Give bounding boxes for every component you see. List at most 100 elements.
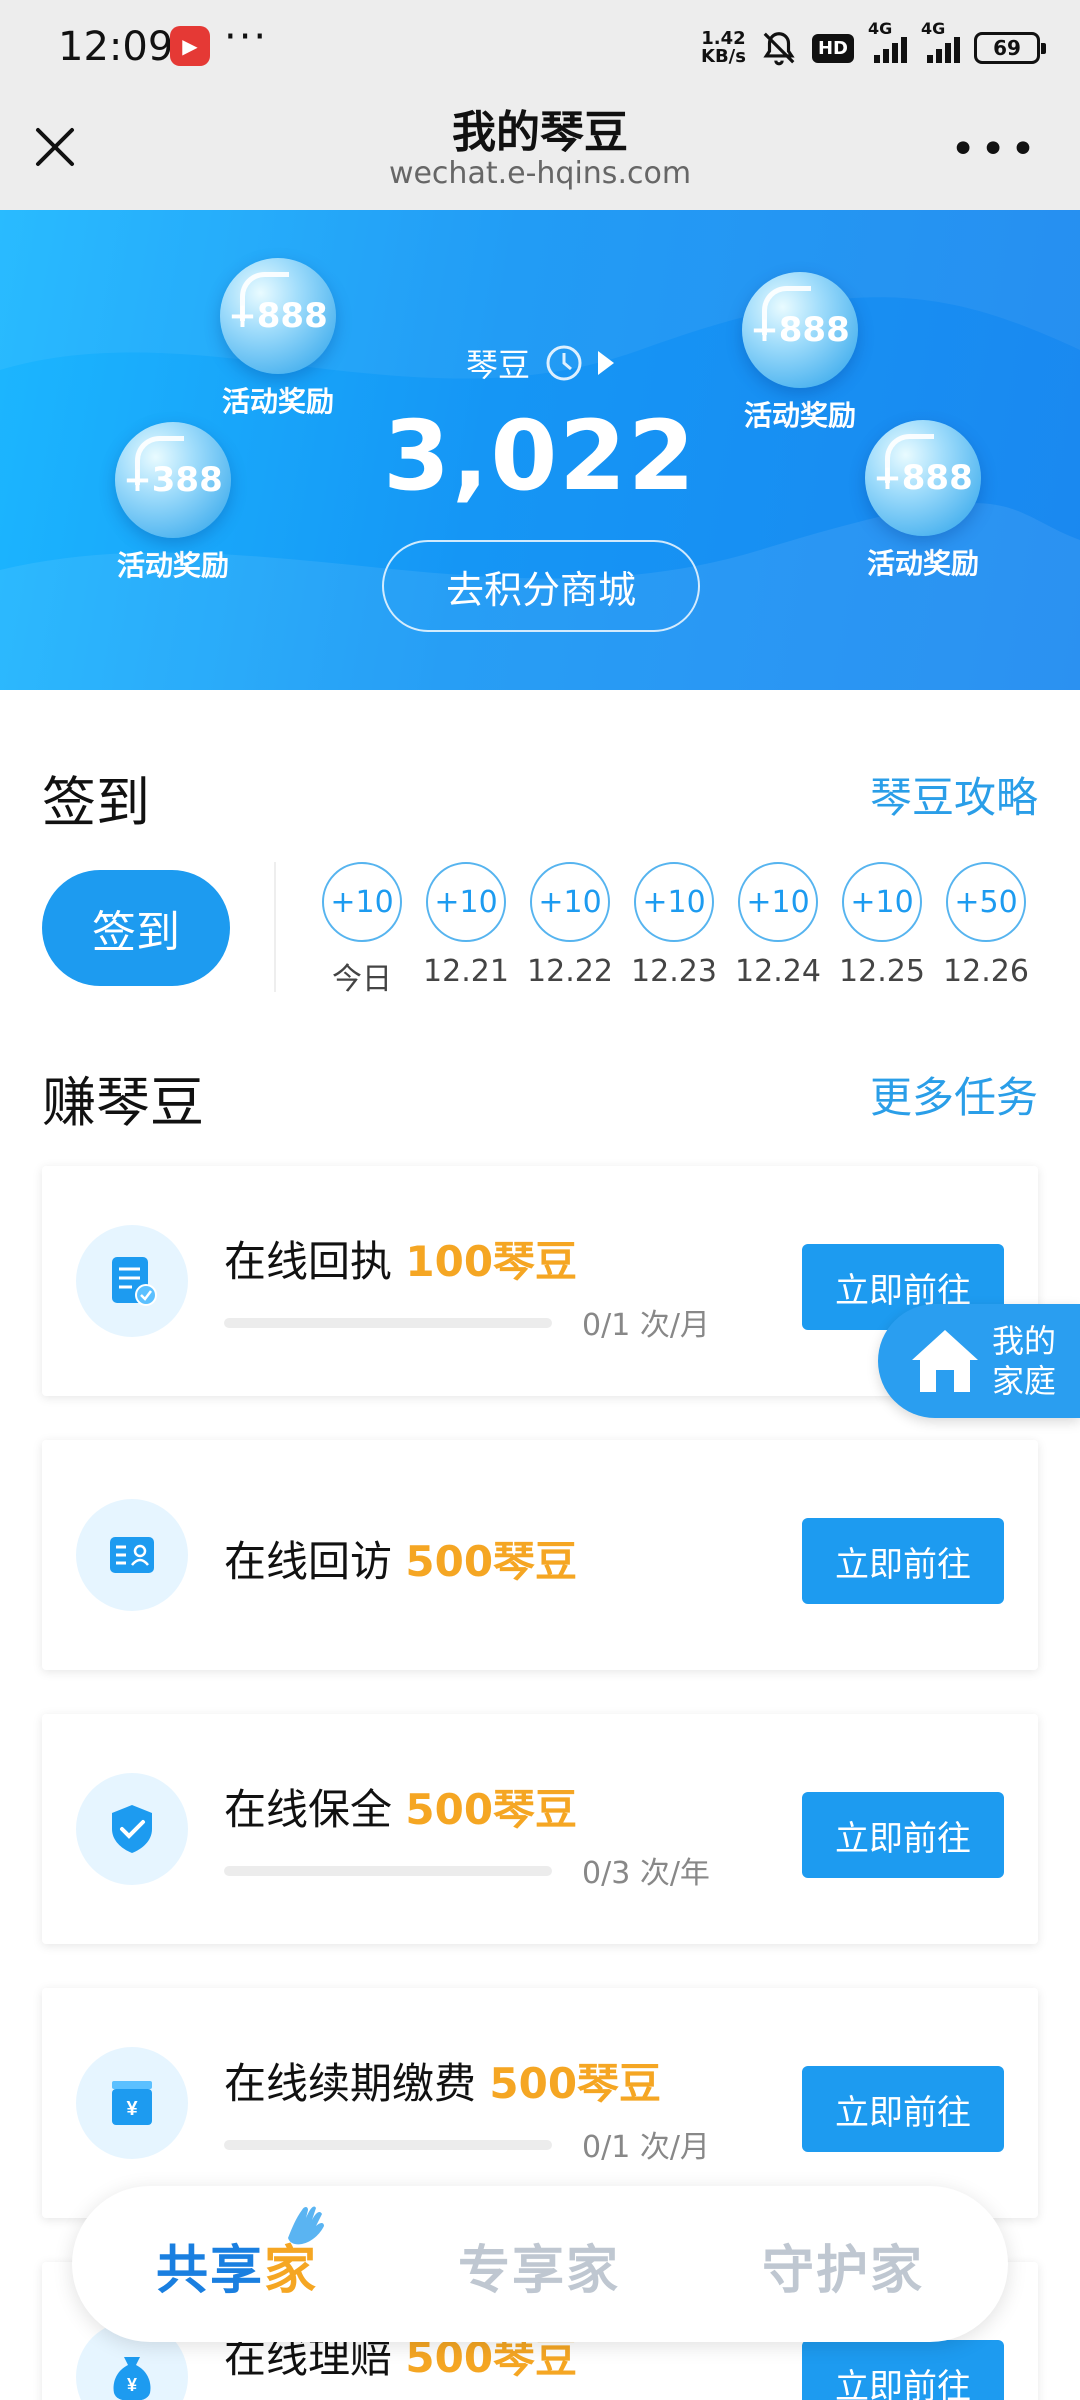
signin-day: +10 12.24 (730, 862, 826, 989)
signin-day-reward: +10 (322, 862, 402, 942)
net-speed: 1.42 KB/s (701, 30, 746, 66)
reward-bubble-value: +388 (115, 422, 231, 538)
my-family-label-line1: 我的 (992, 1322, 1057, 1360)
signin-day-reward: +10 (634, 862, 714, 942)
page-url: wechat.e-hqins.com (388, 156, 692, 191)
task-reward: 500琴豆 (405, 1537, 578, 1586)
reward-bubble-value: +888 (865, 420, 981, 536)
task-card: 在线回访 500琴豆 立即前往 (42, 1440, 1038, 1670)
task-card: 在线保全 500琴豆 0/3 次/年 立即前往 (42, 1714, 1038, 1944)
signin-day-label: 12.23 (631, 954, 717, 989)
svg-text:¥: ¥ (126, 2098, 138, 2120)
reward-bubble[interactable]: +888 活动奖励 (838, 420, 1008, 582)
reward-bubble-label: 活动奖励 (866, 547, 979, 580)
signin-day-label: 12.21 (423, 954, 509, 989)
signin-day: +50 12.26 (938, 862, 1034, 989)
task-title: 在线回访 500琴豆 (224, 1528, 577, 1589)
tab-guardian-home[interactable]: 守护家 (762, 2228, 924, 2303)
signin-day-reward: +10 (530, 862, 610, 942)
signin-day-label: 今日 (332, 962, 392, 997)
play-arrow-icon (598, 351, 614, 375)
signin-day-reward: +10 (842, 862, 922, 942)
status-more-icon: ··· (224, 14, 269, 60)
go-now-button[interactable]: 立即前往 (802, 1518, 1004, 1604)
tab-shared-home[interactable]: 共享家 (156, 2206, 324, 2303)
signin-day-label: 12.24 (735, 954, 821, 989)
task-card: ¥ 在线续期缴费 500琴豆 0/1 次/月 立即前往 (42, 1988, 1038, 2218)
signin-day-reward: +10 (738, 862, 818, 942)
go-now-button[interactable]: 立即前往 (802, 1792, 1004, 1878)
my-family-label-line2: 家庭 (992, 1362, 1057, 1400)
signin-day: +10 12.23 (626, 862, 722, 989)
battery-level: 69 (993, 36, 1021, 60)
battery-icon: 69 (974, 32, 1046, 64)
payment-icon: ¥ (76, 2047, 188, 2159)
tab-exclusive-home[interactable]: 专享家 (458, 2228, 620, 2303)
tab-shared-home-label-part1: 共享 (156, 2241, 265, 2301)
shield-check-icon (76, 1773, 188, 1885)
task-progress-bar (224, 1866, 552, 1876)
status-bar: 12:09 ▶ ··· 1.42 KB/s HD 4G 4G 69 (0, 0, 1080, 96)
signin-day: +10 12.25 (834, 862, 930, 989)
task-name: 在线保全 (224, 1785, 393, 1834)
points-history-link[interactable]: 琴豆 (340, 340, 740, 386)
points-mall-button[interactable]: 去积分商城 (382, 540, 700, 632)
points-guide-link[interactable]: 琴豆攻略 (870, 764, 1038, 825)
signal2-label: 4G (921, 19, 946, 38)
clock-icon (546, 345, 582, 381)
net-speed-unit: KB/s (701, 46, 746, 67)
task-name: 在线续期缴费 (224, 2059, 477, 2108)
reward-bubble[interactable]: +388 活动奖励 (88, 422, 258, 584)
reward-bubble[interactable]: +888 活动奖励 (715, 272, 885, 434)
return-visit-icon (76, 1499, 188, 1611)
signin-day-label: 12.26 (943, 954, 1029, 989)
task-name: 在线回执 (224, 1237, 393, 1286)
my-family-label: 我的 家庭 (992, 1321, 1056, 1401)
more-icon[interactable]: ••• (950, 124, 1040, 175)
signin-day: +10 今日 (314, 862, 410, 998)
signin-day-reward: +10 (426, 862, 506, 942)
task-progress-text: 0/1 次/月 (582, 2130, 710, 2165)
hd-badge: HD (811, 33, 854, 63)
video-app-icon: ▶ (170, 26, 210, 66)
page-title: 我的琴豆 (452, 107, 628, 158)
go-now-button[interactable]: 立即前往 (802, 2066, 1004, 2152)
my-family-button[interactable]: 我的 家庭 (878, 1304, 1080, 1418)
tab-exclusive-home-label: 专享家 (458, 2241, 621, 2301)
task-progress-bar (224, 1318, 552, 1328)
go-now-button[interactable]: 立即前往 (802, 2340, 1004, 2400)
task-reward: 100琴豆 (405, 1237, 578, 1286)
status-time: 12:09 (58, 24, 174, 70)
signin-day-label: 12.25 (839, 954, 925, 989)
earn-title: 赚琴豆 (42, 1071, 204, 1134)
nav-bar: 我的琴豆 wechat.e-hqins.com ••• (0, 96, 1080, 210)
signal-icon: 4G (868, 19, 907, 63)
receipt-icon (76, 1225, 188, 1337)
task-title: 在线保全 500琴豆 (224, 1776, 577, 1837)
signin-day: +10 12.22 (522, 862, 618, 989)
task-reward: 500琴豆 (489, 2059, 662, 2108)
task-progress-text: 0/1 次/月 (582, 1308, 710, 1343)
more-tasks-link[interactable]: 更多任务 (870, 1064, 1038, 1125)
points-hero: +888 活动奖励 +388 活动奖励 +888 活动奖励 +888 活动奖励 … (0, 210, 1080, 690)
reward-bubble-value: +888 (742, 272, 858, 388)
task-reward: 500琴豆 (405, 1785, 578, 1834)
points-value: 3,022 (383, 400, 697, 512)
signal1-label: 4G (868, 19, 893, 38)
task-title: 在线回执 100琴豆 (224, 1228, 577, 1289)
task-progress-text: 0/3 次/年 (582, 1856, 710, 1891)
signin-day: +10 12.21 (418, 862, 514, 989)
bottom-tab-bar: 共享家 专享家 守护家 (72, 2186, 1008, 2342)
reward-bubble-value: +888 (220, 258, 336, 374)
tab-guardian-home-label: 守护家 (762, 2241, 925, 2301)
signin-day-label: 12.22 (527, 954, 613, 989)
signin-button[interactable]: 签到 (42, 870, 230, 986)
reward-bubble[interactable]: +888 活动奖励 (193, 258, 363, 420)
tab-shared-home-label-part2: 家 (264, 2241, 319, 2301)
svg-text:¥: ¥ (127, 2375, 137, 2395)
task-progress-bar (224, 2140, 552, 2150)
home-icon (912, 1330, 978, 1392)
mute-bell-icon (763, 32, 795, 66)
reward-bubble-label: 活动奖励 (116, 549, 229, 582)
points-label: 琴豆 (465, 346, 530, 384)
